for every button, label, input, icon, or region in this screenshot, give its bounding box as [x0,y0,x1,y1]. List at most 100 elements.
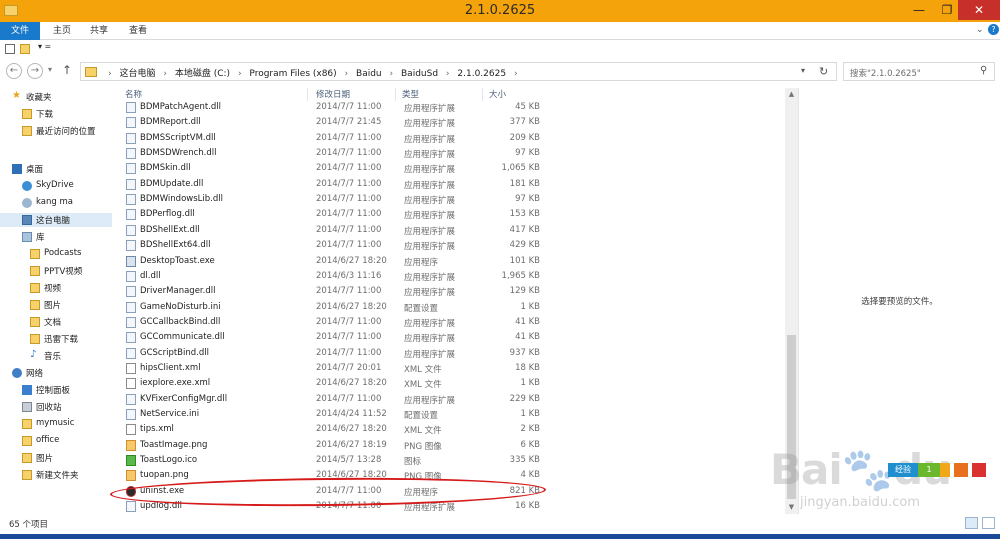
file-row[interactable]: BDShellExt64.dll 2014/7/7 11:00 应用程序扩展 429 … [112,238,786,253]
file-size: 429 KB [509,240,540,251]
breadcrumb-baidusd[interactable]: BaiduSd [401,69,438,79]
close-button[interactable]: ✕ [958,0,1000,20]
file-row[interactable]: GCCallbackBind.dll 2014/7/7 11:00 应用程序扩展 41… [112,315,786,330]
search-icon[interactable]: ⚲ [980,65,987,76]
address-dropdown-icon[interactable]: ▾ [801,66,805,75]
file-date: 2014/7/7 21:45 [316,117,382,128]
file-row[interactable]: BDMReport.dll 2014/7/7 21:45 应用程序扩展 377 KB [112,115,786,130]
minimize-button[interactable]: — [904,0,934,20]
back-button[interactable]: ← [6,63,22,79]
file-row[interactable]: tips.xml 2014/6/27 18:20 XML 文件 2 KB [112,422,786,437]
tab-file[interactable]: 文件 [0,22,40,40]
tab-view[interactable]: 查看 [123,22,153,40]
file-row[interactable]: BDMSDWrench.dll 2014/7/7 11:00 应用程序扩展 97 KB [112,146,786,161]
sidebar-item[interactable]: 图片 [0,451,112,465]
chevron-right-icon[interactable]: › [514,69,518,79]
file-row[interactable]: GCCommunicate.dll 2014/7/7 11:00 应用程序扩展 41 … [112,330,786,345]
customize-quick-access-icon[interactable]: ▾ = [38,42,51,51]
sidebar-item-label: 视频 [44,284,62,294]
sidebar-item[interactable]: 桌面 [0,162,112,176]
breadcrumb-this-pc[interactable]: 这台电脑 [119,69,155,79]
file-row[interactable]: hipsClient.xml 2014/7/7 20:01 XML 文件 18 KB [112,361,786,376]
file-row[interactable]: BDMPatchAgent.dll 2014/7/7 11:00 应用程序扩展 45 … [112,100,786,115]
address-bar[interactable]: › 这台电脑 › 本地磁盘 (C:) › Program Files (x86)… [80,62,837,81]
file-row[interactable]: DriverManager.dll 2014/7/7 11:00 应用程序扩展 129… [112,284,786,299]
details-view-button[interactable] [965,517,978,529]
chevron-right-icon[interactable]: › [390,69,394,79]
sidebar-item[interactable]: 新建文件夹 [0,468,112,482]
file-size: 153 KB [509,209,540,220]
chevron-right-icon[interactable]: › [345,69,349,79]
sidebar-item-label: SkyDrive [36,180,74,190]
search-input[interactable]: 搜索"2.1.0.2625" ⚲ [843,62,995,81]
file-name: BDMSkin.dll [140,163,191,174]
star-icon: ★ [12,90,21,101]
recent-locations-icon[interactable]: ▾ [48,65,52,74]
sidebar-item[interactable]: 下载 [0,107,112,121]
sidebar-item[interactable]: 文档 [0,315,112,329]
forward-button[interactable]: → [27,63,43,79]
file-row[interactable]: iexplore.exe.xml 2014/6/27 18:20 XML 文件 1 K… [112,376,786,391]
sidebar-item[interactable]: mymusic [0,417,112,431]
sidebar-item[interactable]: 回收站 [0,400,112,414]
sidebar-item[interactable]: PPTV视频 [0,264,112,278]
file-row[interactable]: NetService.ini 2014/4/24 11:52 配置设置 1 KB [112,407,786,422]
breadcrumb-local-disk[interactable]: 本地磁盘 (C:) [175,69,230,79]
sidebar-item[interactable]: 库 [0,230,112,244]
sidebar-item[interactable]: 这台电脑 [0,213,112,227]
scroll-up-icon[interactable]: ▲ [785,88,798,101]
sidebar-item[interactable]: 图片 [0,298,112,312]
file-row[interactable]: BDPerflog.dll 2014/7/7 11:00 应用程序扩展 153 KB [112,207,786,222]
properties-icon[interactable] [5,44,15,54]
expand-ribbon-icon[interactable]: ⌄ [976,25,984,35]
sidebar-item[interactable]: SkyDrive [0,179,112,193]
file-size: 2 KB [520,424,540,435]
up-button[interactable]: ↑ [62,63,72,77]
file-row[interactable]: ToastLogo.ico 2014/5/7 13:28 图标 335 KB [112,453,786,468]
file-row[interactable]: GCScriptBind.dll 2014/7/7 11:00 应用程序扩展 937 … [112,346,786,361]
breadcrumb-program-files[interactable]: Program Files (x86) [249,69,336,79]
new-folder-icon[interactable] [20,44,30,54]
breadcrumb-current[interactable]: 2.1.0.2625 [457,69,506,79]
sidebar-item-label: 图片 [36,454,54,464]
file-row[interactable]: KVFixerConfigMgr.dll 2014/7/7 11:00 应用程序扩展… [112,392,786,407]
sidebar-item[interactable]: ★ 收藏夹 [0,90,112,104]
tab-home[interactable]: 主页 [47,22,77,40]
chevron-right-icon[interactable]: › [238,69,242,79]
file-row[interactable]: BDMUpdate.dll 2014/7/7 11:00 应用程序扩展 181 KB [112,177,786,192]
sidebar-item[interactable]: 视频 [0,281,112,295]
refresh-icon[interactable]: ↻ [819,65,828,78]
sidebar-item[interactable]: 迅雷下载 [0,332,112,346]
file-type-icon [126,102,136,113]
vertical-scrollbar[interactable]: ▲ ▼ [785,88,798,514]
sidebar-item[interactable]: kang ma [0,196,112,210]
sidebar-item[interactable]: office [0,434,112,448]
file-row[interactable]: BDMSScriptVM.dll 2014/7/7 11:00 应用程序扩展 209 … [112,131,786,146]
sidebar-item[interactable]: 最近访问的位置 [0,124,112,138]
sidebar-item-label: 这台电脑 [36,216,71,226]
tab-share[interactable]: 共享 [84,22,114,40]
help-icon[interactable]: ? [988,24,999,35]
scrollbar-thumb[interactable] [787,335,796,499]
file-size: 45 KB [515,102,540,112]
chevron-right-icon[interactable]: › [446,69,450,79]
file-row[interactable]: BDShellExt.dll 2014/7/7 11:00 应用程序扩展 417 KB [112,223,786,238]
large-icons-view-button[interactable] [982,517,995,529]
sidebar-item[interactable]: ♪ 音乐 [0,349,112,363]
file-row[interactable]: BDMSkin.dll 2014/7/7 11:00 应用程序扩展 1,065 KB [112,161,786,176]
sidebar-item[interactable]: Podcasts [0,247,112,261]
file-type-icon [126,393,136,405]
file-row[interactable]: GameNoDisturb.ini 2014/6/27 18:20 配置设置 1 KB [112,300,786,315]
file-date: 2014/7/7 11:00 [316,102,382,112]
breadcrumb-baidu[interactable]: Baidu [356,69,382,79]
file-type-icon [126,439,136,451]
file-row[interactable]: DesktopToast.exe 2014/6/27 18:20 应用程序 101 K… [112,254,786,269]
scroll-down-icon[interactable]: ▼ [785,501,798,514]
file-row[interactable]: dl.dll 2014/6/3 11:16 应用程序扩展 1,965 KB [112,269,786,284]
chevron-right-icon[interactable]: › [163,69,167,79]
folder-icon [22,453,32,463]
sidebar-item[interactable]: 控制面板 [0,383,112,397]
file-row[interactable]: ToastImage.png 2014/6/27 18:19 PNG 图像 6 KB [112,438,786,453]
file-row[interactable]: BDMWindowsLib.dll 2014/7/7 11:00 应用程序扩展 97 … [112,192,786,207]
sidebar-item[interactable]: 网络 [0,366,112,380]
